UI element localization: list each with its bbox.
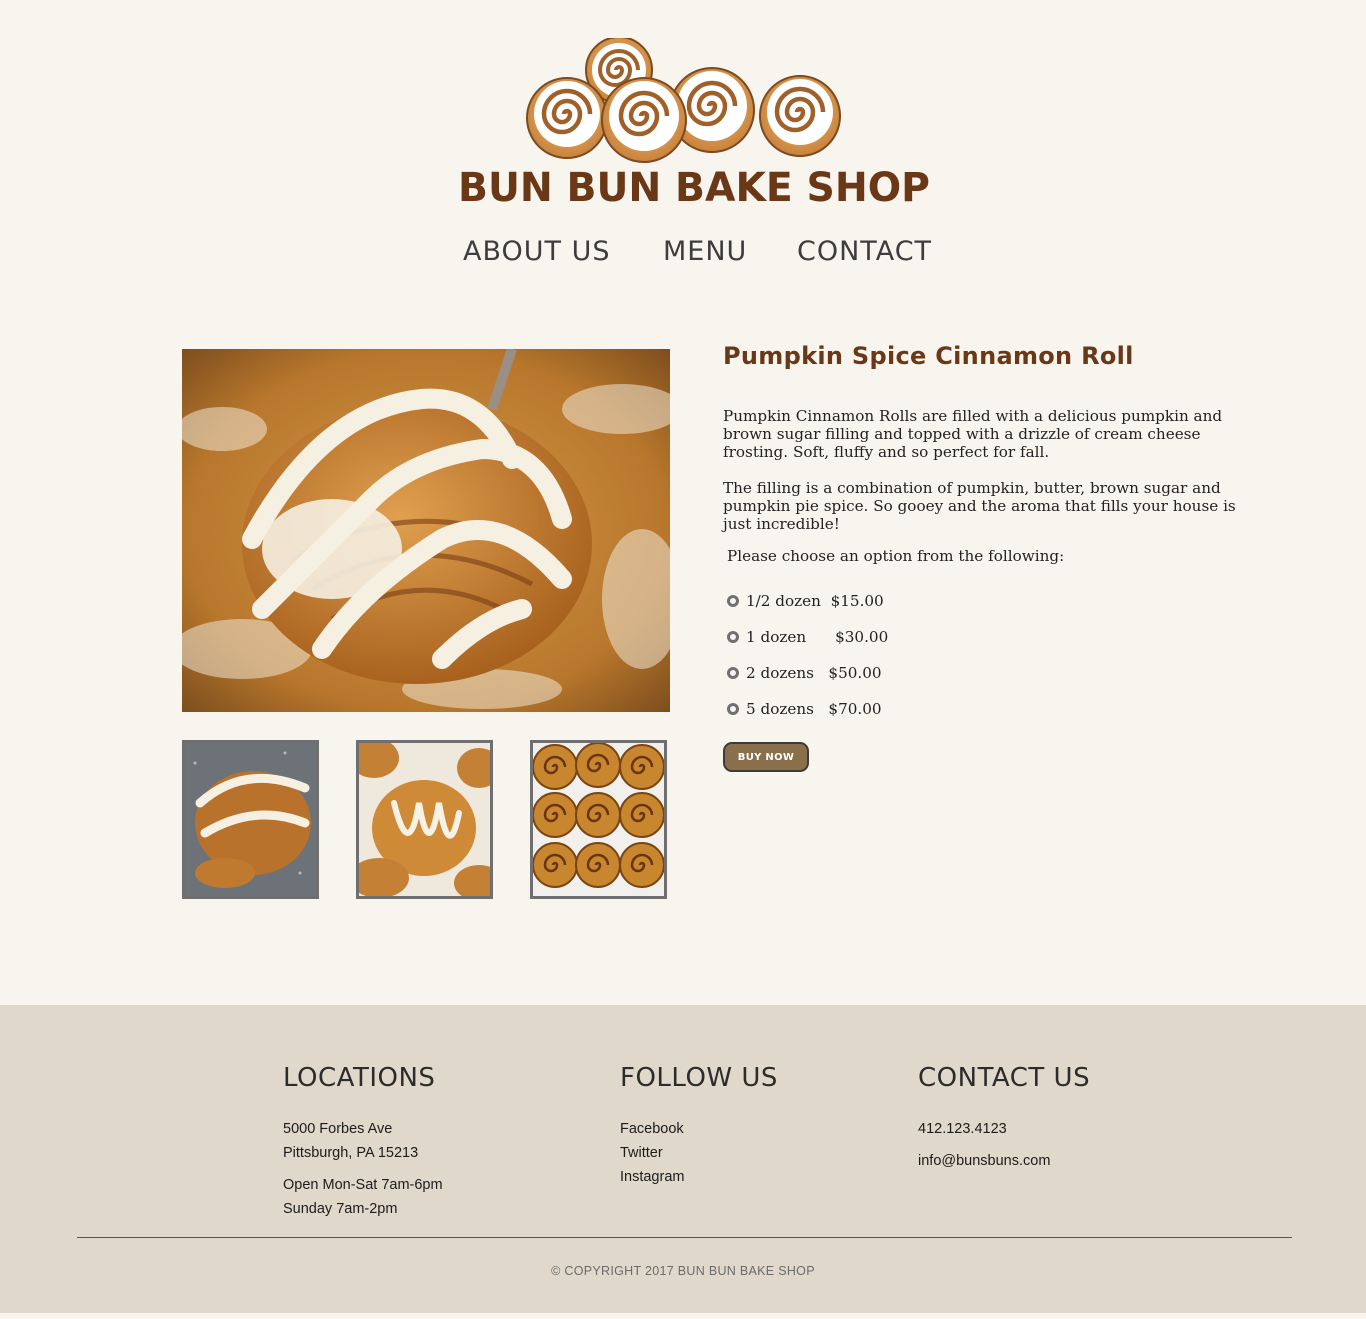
site-logo[interactable]: BUN BUN BAKE SHOP xyxy=(454,38,934,208)
radio-button-icon[interactable] xyxy=(727,703,739,715)
main-nav: ABOUT US MENU CONTACT xyxy=(0,236,1366,276)
address-line-2: Pittsburgh, PA 15213 xyxy=(283,1145,419,1161)
option-label: 1 dozen xyxy=(746,628,807,646)
buy-now-button[interactable]: BUY NOW xyxy=(723,742,809,772)
option-label: 5 dozens xyxy=(746,700,814,718)
radio-button-icon[interactable] xyxy=(727,667,739,679)
twitter-link[interactable]: Twitter xyxy=(620,1141,778,1165)
option-price: $30.00 xyxy=(835,628,889,646)
option-one-dozen[interactable]: 1 dozen $30.00 xyxy=(727,619,1243,655)
nav-about-us[interactable]: ABOUT US xyxy=(463,236,611,267)
cinnamon-rolls-logo-icon: BUN BUN BAKE SHOP xyxy=(458,38,930,208)
option-two-dozens[interactable]: 2 dozens $50.00 xyxy=(727,655,1243,691)
hours-line-1: Open Mon-Sat 7am-6pm xyxy=(283,1177,443,1193)
copyright: © COPYRIGHT 2017 BUN BUN BAKE SHOP xyxy=(551,1264,815,1278)
locations-heading: LOCATIONS xyxy=(283,1063,436,1093)
radio-button-icon[interactable] xyxy=(727,631,739,643)
option-five-dozens[interactable]: 5 dozens $70.00 xyxy=(727,691,1243,727)
product-description-2: The filling is a combination of pumpkin,… xyxy=(723,479,1236,533)
follow-heading: FOLLOW US xyxy=(620,1063,778,1093)
option-half-dozen[interactable]: 1/2 dozen $15.00 xyxy=(727,583,1243,619)
email-link[interactable]: info@bunsbuns.com xyxy=(918,1149,1090,1173)
product-description-1: Pumpkin Cinnamon Rolls are filled with a… xyxy=(723,407,1223,461)
brand-name: BUN BUN BAKE SHOP xyxy=(458,165,930,208)
quantity-options: 1/2 dozen $15.00 1 dozen $30.00 2 dozens… xyxy=(723,583,1243,727)
footer-divider xyxy=(77,1237,1292,1238)
contact-heading: CONTACT US xyxy=(918,1063,1091,1093)
phone-link[interactable]: 412.123.4123 xyxy=(918,1117,1090,1141)
product-title: Pumpkin Spice Cinnamon Roll xyxy=(723,342,1134,370)
product-hero-image xyxy=(182,349,670,712)
option-price: $50.00 xyxy=(828,664,882,682)
product-info: Pumpkin Spice Cinnamon Roll Pumpkin Cinn… xyxy=(723,342,1243,772)
product-thumbnail-1[interactable] xyxy=(182,740,319,899)
instagram-link[interactable]: Instagram xyxy=(620,1165,778,1189)
option-price: $15.00 xyxy=(830,592,884,610)
footer-locations: LOCATIONS 5000 Forbes Ave Pittsburgh, PA… xyxy=(283,1063,443,1221)
nav-menu[interactable]: MENU xyxy=(663,236,747,267)
radio-button-icon[interactable] xyxy=(727,595,739,607)
hours-line-2: Sunday 7am-2pm xyxy=(283,1201,398,1217)
product-thumbnail-3[interactable] xyxy=(530,740,667,899)
site-footer: LOCATIONS 5000 Forbes Ave Pittsburgh, PA… xyxy=(0,1005,1366,1313)
option-label: 1/2 dozen xyxy=(746,592,821,610)
option-label: 2 dozens xyxy=(746,664,814,682)
facebook-link[interactable]: Facebook xyxy=(620,1117,778,1141)
address-line-1: 5000 Forbes Ave xyxy=(283,1121,393,1137)
nav-contact[interactable]: CONTACT xyxy=(797,236,932,267)
footer-contact-us: CONTACT US 412.123.4123 info@bunsbuns.co… xyxy=(918,1063,1090,1173)
choose-option-prompt: Please choose an option from the followi… xyxy=(727,547,1065,565)
footer-follow-us: FOLLOW US Facebook Twitter Instagram xyxy=(620,1063,778,1189)
option-price: $70.00 xyxy=(828,700,882,718)
product-thumbnail-2[interactable] xyxy=(356,740,493,899)
